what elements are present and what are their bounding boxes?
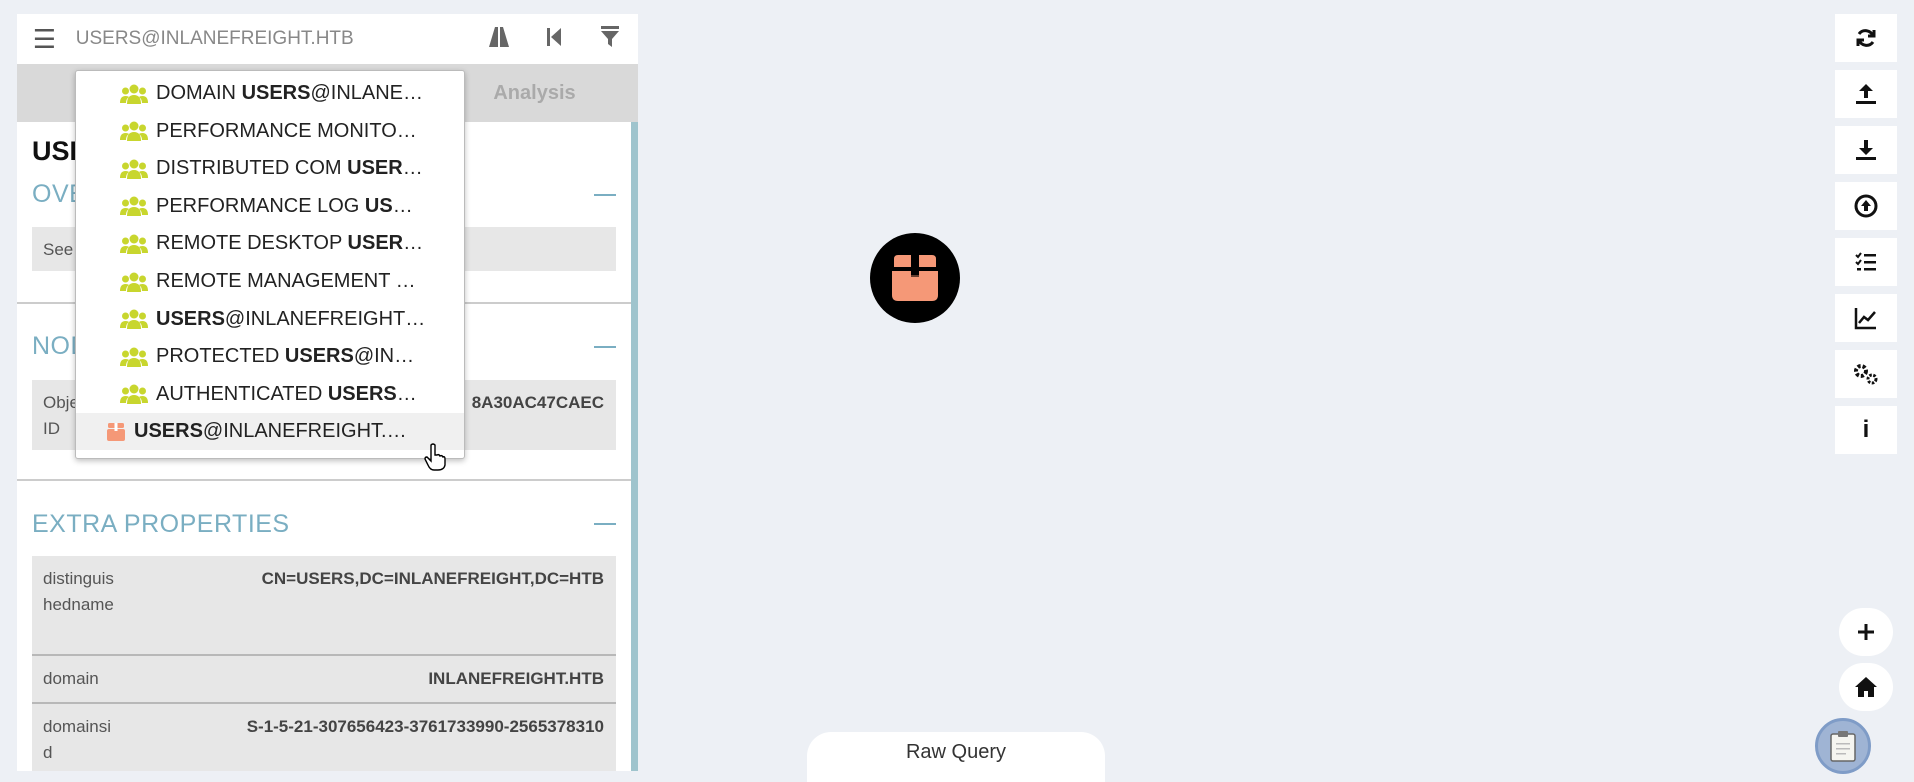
search-input[interactable] — [71, 28, 471, 50]
search-result-label: REMOTE DESKTOP USER… — [156, 232, 424, 255]
property-row: domainsid S-1-5-21-307656423-3761733990-… — [32, 704, 616, 771]
info-icon: i — [1862, 416, 1870, 443]
search-result-label: DISTRIBUTED COM USER… — [156, 157, 423, 180]
node-properties-collapse-icon[interactable] — [594, 346, 616, 348]
search-result-item[interactable]: PROTECTED USERS@IN… — [76, 338, 464, 375]
search-result-label: REMOTE MANAGEMENT … — [156, 270, 416, 292]
zoom-in-button[interactable] — [1839, 608, 1893, 656]
extra-properties-header[interactable]: EXTRA PROPERTIES — [32, 510, 290, 539]
clipboard-icon — [1830, 731, 1856, 762]
home-button[interactable] — [1839, 663, 1893, 711]
search-result-label: AUTHENTICATED USERS… — [156, 382, 417, 405]
refresh-button[interactable] — [1835, 14, 1897, 62]
group-icon — [120, 159, 148, 179]
chart-button[interactable] — [1835, 294, 1897, 342]
download-button[interactable] — [1835, 126, 1897, 174]
overview-collapse-icon[interactable] — [594, 194, 616, 196]
raw-query-toggle[interactable]: Raw Query — [807, 732, 1105, 782]
pathfinding-icon[interactable] — [471, 25, 527, 54]
search-result-item[interactable]: AUTHENTICATED USERS… — [76, 376, 464, 413]
search-results-dropdown: DOMAIN USERS@INLANE… PERFORMANCE MONITO… D… — [75, 70, 465, 459]
container-icon — [892, 255, 938, 301]
property-key: domain — [43, 669, 99, 688]
upload-circle-icon — [1854, 194, 1878, 218]
container-icon — [107, 422, 125, 441]
gears-icon — [1854, 364, 1878, 385]
property-key: distinguishedname — [43, 569, 114, 614]
panel-scrollbar[interactable] — [631, 122, 638, 771]
property-key: domainsid — [43, 717, 112, 762]
group-icon — [120, 234, 148, 254]
chart-icon — [1854, 308, 1876, 330]
search-result-label: PERFORMANCE MONITO… — [156, 119, 417, 142]
search-result-item[interactable]: PERFORMANCE LOG US… — [76, 188, 464, 225]
tasks-icon — [1855, 252, 1876, 271]
search-result-label: PERFORMANCE LOG US… — [156, 194, 413, 217]
search-result-item[interactable]: PERFORMANCE MONITO… — [76, 113, 464, 150]
search-result-label: PROTECTED USERS@IN… — [156, 345, 415, 368]
property-value: INLANEFREIGHT.HTB — [428, 669, 604, 688]
raw-query-label: Raw Query — [905, 741, 1007, 763]
search-result-item[interactable]: DISTRIBUTED COM USER… — [76, 150, 464, 187]
plus-icon — [1858, 624, 1874, 640]
search-result-item[interactable]: REMOTE MANAGEMENT … — [76, 263, 464, 300]
upload-icon — [1856, 84, 1876, 104]
queries-button[interactable] — [1835, 238, 1897, 286]
search-result-item[interactable]: REMOTE DESKTOP USER… — [76, 225, 464, 262]
search-result-label: USERS@INLANEFREIGHT.… — [134, 420, 407, 443]
property-value: CN=USERS,DC=INLANEFREIGHT,DC=HTB — [261, 569, 604, 588]
clipboard-button[interactable] — [1815, 718, 1871, 774]
back-icon[interactable] — [527, 26, 583, 53]
settings-button[interactable] — [1835, 350, 1897, 398]
search-result-item[interactable]: DOMAIN USERS@INLANE… — [76, 75, 464, 112]
refresh-icon — [1856, 29, 1876, 47]
filter-icon[interactable] — [582, 25, 638, 54]
search-result-item[interactable]: USERS@INLANEFREIGHT… — [76, 301, 464, 338]
object-id-value: 8A30AC47CAEC — [471, 393, 604, 412]
search-bar: ☰ — [17, 14, 638, 64]
group-icon — [120, 84, 148, 104]
group-icon — [120, 272, 148, 292]
info-button[interactable]: i — [1835, 406, 1897, 454]
download-icon — [1856, 140, 1876, 160]
property-row: domain INLANEFREIGHT.HTB — [32, 656, 616, 702]
group-icon — [120, 347, 148, 367]
hand-cursor-icon — [424, 443, 446, 471]
upload-data-button[interactable] — [1835, 182, 1897, 230]
divider — [17, 479, 631, 481]
search-result-label: DOMAIN USERS@INLANE… — [156, 82, 424, 104]
upload-button[interactable] — [1835, 70, 1897, 118]
group-icon — [120, 121, 148, 142]
group-icon — [120, 196, 148, 217]
extra-properties-collapse-icon[interactable] — [594, 523, 616, 525]
group-icon — [120, 309, 148, 330]
property-row: distinguishedname CN=USERS,DC=INLANEFREI… — [32, 556, 616, 654]
home-icon — [1855, 677, 1877, 697]
property-value: S-1-5-21-307656423-3761733990-2565378310 — [246, 717, 604, 736]
group-icon — [120, 384, 148, 405]
search-result-item[interactable]: USERS@INLANEFREIGHT.… — [76, 413, 464, 451]
graph-node-container[interactable] — [870, 233, 960, 323]
hamburger-menu-icon[interactable]: ☰ — [17, 26, 72, 52]
search-result-label: USERS@INLANEFREIGHT… — [156, 307, 426, 330]
